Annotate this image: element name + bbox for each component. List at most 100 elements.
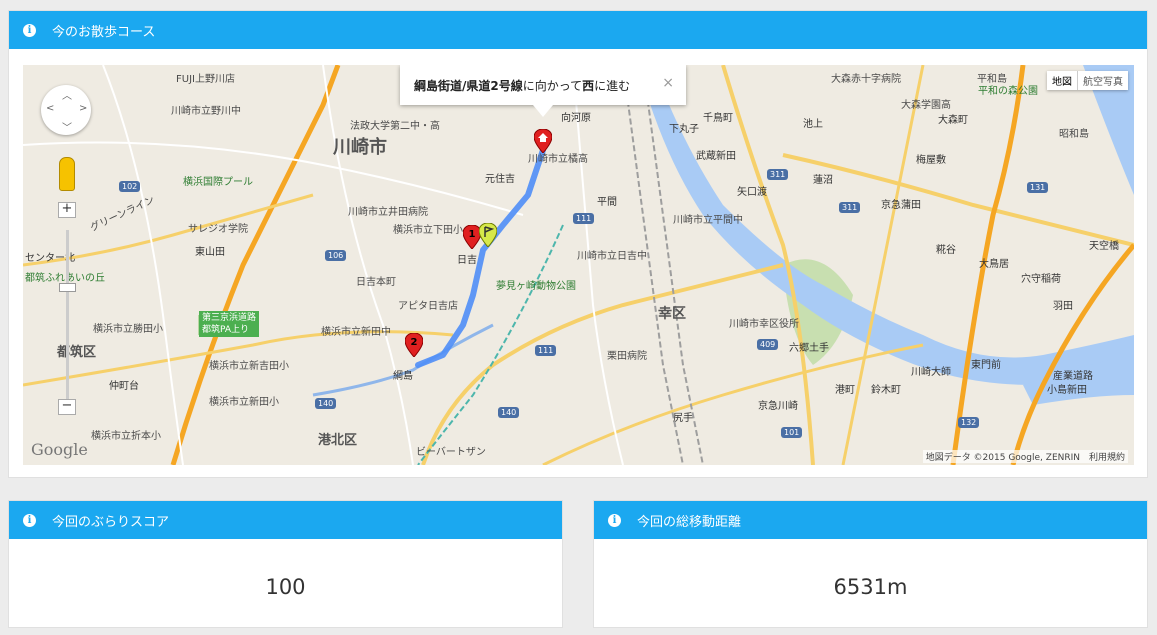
map-label-station: 糀谷	[936, 245, 956, 256]
pan-down-icon[interactable]: ﹀	[62, 119, 72, 134]
start-home-marker-icon[interactable]	[534, 129, 552, 153]
course-panel: i 今のお散歩コース 川崎市 幸区 都筑区 港北区 FUJI上野川店 川崎市立野…	[8, 10, 1148, 478]
map-label-station: 向河原	[561, 113, 591, 124]
route-shield: 111	[535, 345, 557, 356]
route-shield: 131	[1027, 182, 1049, 193]
map-label-kohoku-ward: 港北区	[318, 433, 358, 448]
map-label-station: 東門前	[971, 360, 1001, 371]
map-label: FUJI上野川店	[176, 74, 235, 85]
zoom-slider-thumb[interactable]	[59, 283, 76, 292]
map-label: 大森学園高	[901, 100, 951, 111]
map-label-expressway-pa: 第三京浜道路 都筑PA上り	[199, 311, 260, 337]
route-map[interactable]: 川崎市 幸区 都筑区 港北区 FUJI上野川店 川崎市立野川中 法政大学第二中・…	[23, 65, 1134, 465]
route-shield: 132	[958, 417, 980, 428]
google-logo: Google	[31, 440, 88, 459]
map-label-station: 綱島	[393, 371, 413, 382]
course-panel-header: i 今のお散歩コース	[9, 11, 1147, 49]
map-label-station: 京急川崎	[758, 401, 798, 412]
map-label: 横浜市立下田小	[393, 225, 463, 236]
map-label: 横浜市立新吉田小	[209, 361, 289, 372]
zoom-in-button[interactable]: +	[58, 202, 76, 218]
pan-right-icon[interactable]: >	[79, 103, 87, 114]
map-label: 川崎市立日吉中	[577, 251, 647, 262]
street-view-pegman-icon[interactable]	[59, 157, 75, 191]
map-label-station: 港町	[835, 385, 855, 396]
map-label-station: 羽田	[1053, 301, 1073, 312]
map-label-station: 川崎大師	[911, 367, 951, 378]
map-label-station: 日吉	[457, 255, 477, 266]
info-window-tail	[533, 105, 553, 117]
info-window-road: 綱島街道/県道2号線	[414, 78, 523, 93]
map-label-station: 蓮沼	[813, 175, 833, 186]
map-label-tsuzuki-ward: 都筑区	[57, 345, 97, 360]
map-type-control[interactable]: 地図 航空写真	[1047, 71, 1128, 90]
info-window-text-end: に進む	[594, 78, 631, 93]
waypoint-marker-label: 2	[411, 337, 418, 348]
map-label: 平和の森公園	[978, 86, 1038, 97]
route-shield: 140	[498, 407, 520, 418]
pan-left-icon[interactable]: <	[46, 103, 54, 114]
map-label: 川崎市立井田病院	[348, 207, 428, 218]
map-label-station: 下丸子	[669, 124, 699, 135]
close-icon[interactable]: ×	[662, 75, 674, 91]
waypoint-marker-label: 1	[469, 229, 476, 240]
map-label: サレジオ学院	[188, 224, 248, 235]
info-icon: i	[23, 23, 36, 37]
route-shield: 311	[767, 169, 789, 180]
map-label: ビーバートザン	[416, 447, 486, 458]
map-label-station: 東山田	[195, 247, 225, 258]
map-label: 川崎市立野川中	[171, 106, 241, 117]
map-label-station: 鈴木町	[871, 385, 901, 396]
score-panel-title: 今回のぶらりスコア	[52, 514, 170, 530]
score-value: 100	[265, 575, 306, 599]
map-label: 横浜国際プール	[183, 177, 253, 188]
map-label: 大森赤十字病院	[831, 74, 901, 85]
map-label: 横浜市立新田中	[321, 327, 391, 338]
map-label: アピタ日吉店	[398, 301, 458, 312]
map-label-saiwai-ward: 幸区	[658, 306, 686, 322]
route-shield: 101	[781, 427, 803, 438]
map-type-map-button[interactable]: 地図	[1047, 71, 1078, 90]
map-label-station: 京急蒲田	[881, 200, 921, 211]
pan-up-icon[interactable]: ︿	[62, 87, 72, 102]
map-label-station: 小島新田	[1047, 385, 1087, 396]
map-label-station: 大森町	[938, 115, 968, 126]
map-label: 法政大学第二中・高	[350, 121, 440, 132]
info-window-text: に向かって	[522, 78, 583, 93]
score-panel-header: i 今回のぶらりスコア	[9, 501, 562, 539]
map-label-station: 池上	[803, 119, 823, 130]
map-type-satellite-button[interactable]: 航空写真	[1078, 71, 1128, 90]
map-label-station: 元住吉	[485, 174, 515, 185]
map-label: 川崎市幸区役所	[729, 319, 799, 330]
pan-control[interactable]: ︿ ﹀ < >	[41, 85, 91, 135]
map-label-station: 大鳥居	[979, 259, 1009, 270]
map-label-station: 六郷土手	[789, 343, 829, 354]
map-label-station: 穴守稲荷	[1021, 274, 1061, 285]
distance-panel-header: i 今回の総移動距離	[594, 501, 1147, 539]
map-label: 横浜市立勝田小	[93, 324, 163, 335]
distance-value: 6531m	[833, 575, 908, 599]
info-icon: i	[608, 513, 621, 527]
goal-flag-marker-icon[interactable]	[479, 223, 497, 247]
map-label-station: 武蔵新田	[696, 151, 736, 162]
waypoint-marker-2[interactable]: 2	[405, 333, 423, 357]
route-shield: 111	[573, 213, 595, 224]
map-label: 日吉本町	[356, 277, 396, 288]
info-window-direction: 西	[582, 78, 595, 93]
map-label-station: 平間	[597, 197, 617, 208]
zoom-out-button[interactable]: −	[58, 399, 76, 415]
course-panel-title: 今のお散歩コース	[52, 24, 156, 40]
zoom-slider-track[interactable]	[66, 230, 69, 400]
map-label: 横浜市立折本小	[91, 431, 161, 442]
map-label-station: 天空橋	[1089, 241, 1119, 252]
map-copyright[interactable]: 地図データ ©2015 Google, ZENRIN 利用規約	[922, 450, 1128, 463]
map-label: 川崎市立平間中	[673, 215, 743, 226]
map-label-station: 千鳥町	[703, 113, 733, 124]
map-label-kawasaki-city: 川崎市	[333, 137, 387, 158]
distance-panel: i 今回の総移動距離 6531m	[593, 500, 1148, 628]
map-label-station: 矢口渡	[737, 187, 767, 198]
map-label: 都筑ふれあいの丘	[25, 273, 105, 284]
direction-info-window: 綱島街道/県道2号線 に向かって 西 に進む ×	[400, 65, 686, 105]
map-label: 夢見ヶ崎動物公園	[496, 281, 576, 292]
route-shield: 140	[315, 398, 337, 409]
